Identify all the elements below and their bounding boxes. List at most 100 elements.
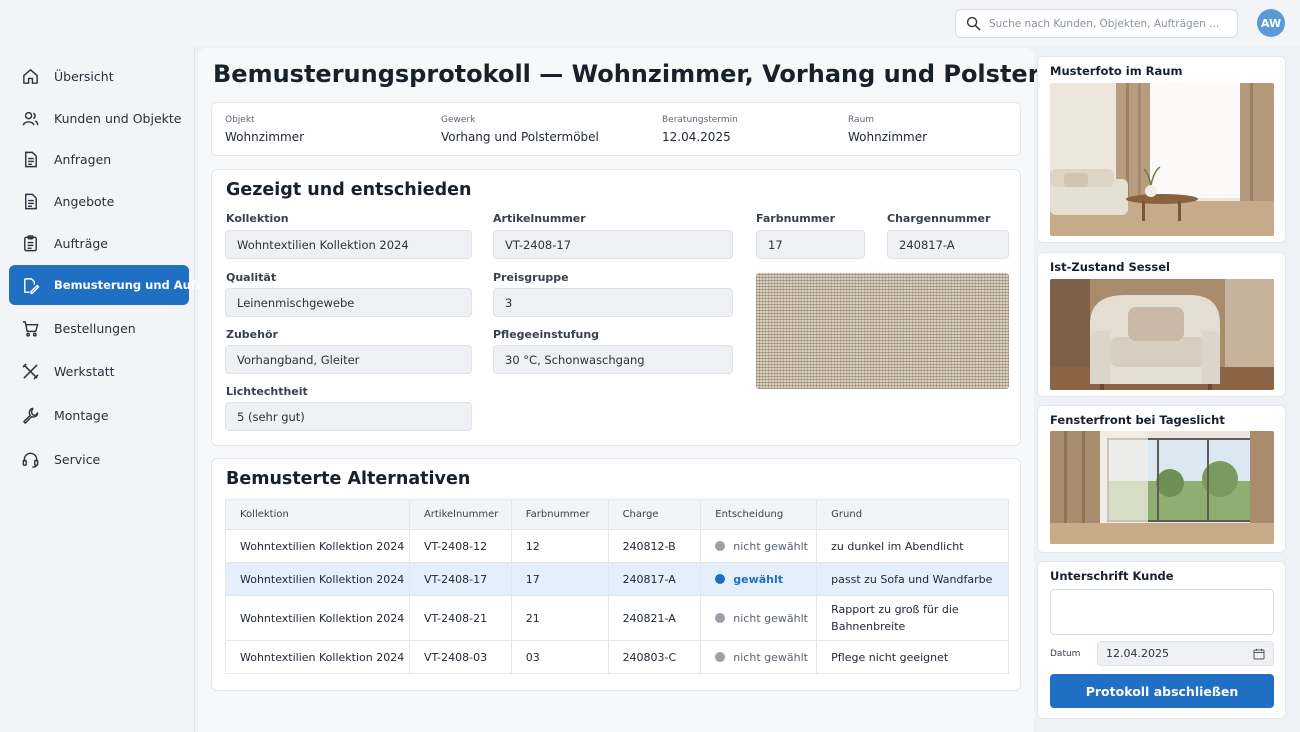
zubehoer-label: Zubehör <box>226 328 278 341</box>
section-title-decided: Gezeigt und entschieden <box>226 180 472 200</box>
cell-kollektion: Wohntextilien Kollektion 2024 <box>225 562 410 596</box>
preisgruppe-label: Preisgruppe <box>493 271 569 284</box>
fabric-swatch-image <box>756 273 1009 389</box>
farbnummer-field[interactable]: 17 <box>756 230 865 259</box>
kollektion-field[interactable]: Wohntextilien Kollektion 2024 <box>225 230 472 259</box>
date-field[interactable]: 12.04.2025 <box>1097 641 1274 666</box>
date-label: Datum <box>1050 649 1081 659</box>
sidebar-item-uebersicht[interactable]: Übersicht <box>9 56 189 96</box>
cell-grund: Pflege nicht geeignet <box>816 640 1009 674</box>
column-header[interactable]: Entscheidung <box>700 499 818 530</box>
signature-title: Unterschrift Kunde <box>1050 569 1174 583</box>
sidebar-item-label: Werkstatt <box>54 363 115 379</box>
home-icon <box>23 68 38 84</box>
chair-photo[interactable] <box>1050 279 1274 390</box>
termin-label: Beratungstermin <box>662 115 738 125</box>
photo-card-chair: Ist-Zustand Sessel <box>1037 252 1286 397</box>
meta-card: Objekt Wohnzimmer Gewerk Vorhang und Pol… <box>211 102 1021 156</box>
sidebar-item-auftraege[interactable]: Aufträge <box>9 223 189 263</box>
farbnummer-label: Farbnummer <box>756 212 836 225</box>
sidebar: Übersicht Kunden und Objekte Anfragen An… <box>0 46 224 732</box>
sidebar-item-label: Übersicht <box>54 68 114 84</box>
sidebar-item-bemusterung[interactable]: Bemusterung und Aufmaß <box>9 265 224 305</box>
sidebar-item-label: Service <box>54 451 101 467</box>
cell-grund: zu dunkel im Abendlicht <box>816 529 1009 563</box>
cell-charge: 240821-A <box>607 595 702 641</box>
sidebar-item-kunden[interactable]: Kunden und Objekte <box>9 98 189 138</box>
table-row[interactable]: Wohntextilien Kollektion 2024 VT-2408-21… <box>225 595 1009 641</box>
column-header[interactable]: Charge <box>607 499 702 530</box>
decision-text: nicht gewählt <box>733 650 808 664</box>
decision-text: nicht gewählt <box>733 611 808 625</box>
column-header[interactable]: Farbnummer <box>510 499 609 530</box>
cart-icon <box>22 320 39 337</box>
cell-entscheidung: nicht gewählt <box>700 595 818 641</box>
cell-farbe: 12 <box>510 529 609 563</box>
raum-label: Raum <box>848 115 875 125</box>
licht-field[interactable]: 5 (sehr gut) <box>225 402 472 431</box>
table-row[interactable]: Wohntextilien Kollektion 2024 VT-2408-03… <box>225 640 1009 674</box>
cell-artikel: VT-2408-03 <box>408 640 512 674</box>
sidebar-item-anfragen[interactable]: Anfragen <box>9 139 189 179</box>
decision-text: nicht gewählt <box>733 539 808 553</box>
photo-title: Musterfoto im Raum <box>1050 64 1183 78</box>
table-row-selected[interactable]: Wohntextilien Kollektion 2024 VT-2408-17… <box>225 562 1009 596</box>
column-header[interactable]: Grund <box>816 499 1009 530</box>
decision-text: gewählt <box>733 572 784 586</box>
table-header-row: Kollektion Artikelnummer Farbnummer Char… <box>225 499 1009 530</box>
photo-card-window: Fensterfront bei Tageslicht <box>1037 405 1286 553</box>
window-photo[interactable] <box>1050 431 1274 544</box>
cell-farbe: 03 <box>510 640 609 674</box>
users-icon <box>22 111 39 125</box>
gewerk-value: Vorhang und Polstermöbel <box>441 130 599 144</box>
sidebar-item-label: Aufträge <box>54 235 108 251</box>
sample-edit-icon <box>24 277 40 294</box>
table-row[interactable]: Wohntextilien Kollektion 2024 VT-2408-12… <box>225 529 1009 563</box>
sidebar-item-bestellungen[interactable]: Bestellungen <box>9 308 189 348</box>
cell-entscheidung: nicht gewählt <box>700 640 818 674</box>
qualitaet-label: Qualität <box>226 271 277 284</box>
sidebar-item-service[interactable]: Service <box>9 439 189 479</box>
zubehoer-field[interactable]: Vorhangband, Gleiter <box>225 345 472 374</box>
cell-charge: 240817-A <box>607 562 702 596</box>
sidebar-item-montage[interactable]: Montage <box>9 395 189 435</box>
kollektion-label: Kollektion <box>226 212 289 225</box>
status-dot <box>715 612 726 623</box>
search-input[interactable] <box>989 17 1229 30</box>
raum-value: Wohnzimmer <box>848 130 928 144</box>
cell-entscheidung: nicht gewählt <box>700 529 818 563</box>
sidebar-item-angebote[interactable]: Angebote <box>9 181 189 221</box>
cell-farbe: 21 <box>510 595 609 641</box>
document-icon <box>25 193 37 209</box>
photo-card-sample: Musterfoto im Raum <box>1037 56 1286 243</box>
alternatives-card: Bemusterte Alternativen Kollektion Artik… <box>211 458 1021 691</box>
qualitaet-field[interactable]: Leinenmischgewebe <box>225 288 472 317</box>
sidebar-item-label: Montage <box>54 407 109 423</box>
chargennummer-field[interactable]: 240817-A <box>887 230 1009 259</box>
avatar[interactable]: AW <box>1257 9 1285 37</box>
room-photo[interactable] <box>1050 83 1274 236</box>
submit-protocol-button[interactable]: Protokoll abschließen <box>1050 674 1274 708</box>
search-box[interactable] <box>955 9 1238 38</box>
licht-label: Lichtechtheit <box>226 385 308 398</box>
clipboard-icon <box>24 234 37 251</box>
photo-title: Fensterfront bei Tageslicht <box>1050 413 1225 427</box>
document-icon <box>25 151 37 167</box>
sidebar-item-label: Bestellungen <box>54 320 136 336</box>
column-header[interactable]: Artikelnummer <box>408 499 512 530</box>
calendar-icon[interactable] <box>1253 648 1265 660</box>
signature-field[interactable] <box>1050 589 1274 635</box>
top-bar: AW <box>0 0 1300 46</box>
cell-charge: 240812-B <box>607 529 702 563</box>
sidebar-item-werkstatt[interactable]: Werkstatt <box>9 351 189 391</box>
artikelnummer-field[interactable]: VT-2408-17 <box>493 230 733 259</box>
gewerk-label: Gewerk <box>441 115 476 125</box>
wrench-icon <box>23 407 39 424</box>
preisgruppe-field[interactable]: 3 <box>493 288 733 317</box>
sidebar-item-label: Kunden und Objekte <box>54 110 182 126</box>
search-icon <box>966 16 981 31</box>
cell-kollektion: Wohntextilien Kollektion 2024 <box>225 529 410 563</box>
tools-icon <box>22 363 39 379</box>
pflege-field[interactable]: 30 °C, Schonwaschgang <box>493 345 733 374</box>
column-header[interactable]: Kollektion <box>225 499 410 530</box>
